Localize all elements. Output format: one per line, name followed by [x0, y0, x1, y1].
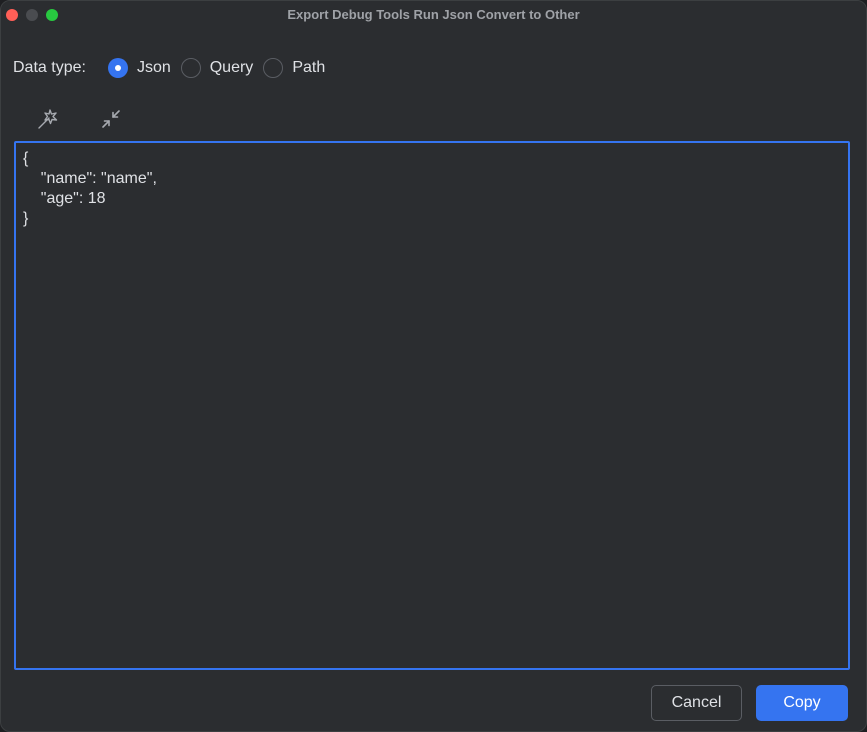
radio-option-query[interactable]: Query	[180, 58, 254, 78]
collapse-arrows-icon[interactable]	[99, 107, 123, 131]
data-type-selector: Data type: Json Query Path	[13, 55, 335, 81]
radio-label-path: Path	[292, 59, 326, 76]
cancel-button[interactable]: Cancel	[651, 685, 742, 721]
magic-wand-icon[interactable]	[36, 107, 60, 131]
editor-text[interactable]: { "name": "name", "age": 18 }	[23, 149, 157, 229]
radio-option-path[interactable]: Path	[263, 58, 325, 78]
data-type-label: Data type:	[13, 59, 86, 76]
radio-label-json: Json	[136, 59, 171, 76]
title-bar: Export Debug Tools Run Json Convert to O…	[1, 1, 866, 29]
dialog-window: Export Debug Tools Run Json Convert to O…	[0, 0, 867, 732]
radio-button-path[interactable]	[263, 58, 284, 78]
radio-option-json[interactable]: Json	[107, 58, 171, 78]
radio-button-json[interactable]	[107, 58, 128, 78]
radio-label-query: Query	[209, 59, 254, 76]
copy-button[interactable]: Copy	[756, 685, 848, 721]
radio-button-query[interactable]	[180, 58, 201, 78]
window-title: Export Debug Tools Run Json Convert to O…	[287, 7, 580, 22]
json-editor[interactable]: { "name": "name", "age": 18 }	[14, 141, 850, 670]
